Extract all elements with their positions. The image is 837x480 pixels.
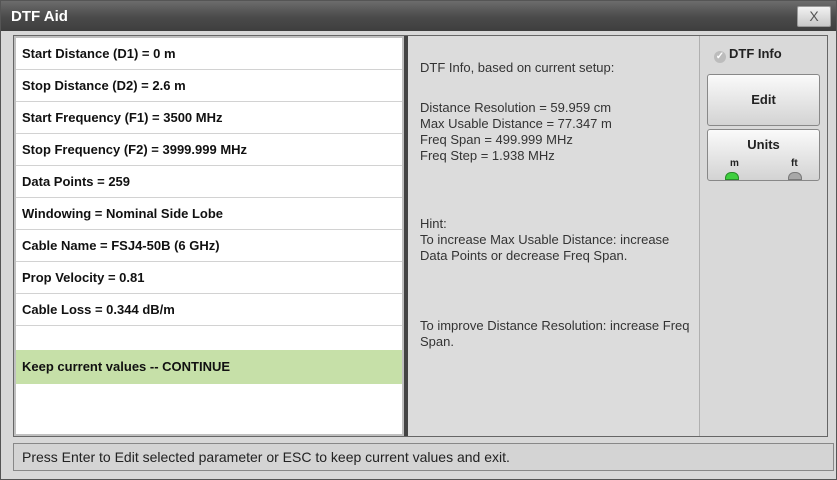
- close-button[interactable]: X: [797, 6, 831, 27]
- param-stop-distance[interactable]: Stop Distance (D2) = 2.6 m: [16, 70, 402, 102]
- led-m-indicator-icon: [725, 172, 739, 180]
- param-data-points[interactable]: Data Points = 259: [16, 166, 402, 198]
- window-title: DTF Aid: [11, 8, 68, 25]
- units-option-ft: ft: [791, 158, 798, 169]
- check-icon: ✓: [714, 51, 726, 63]
- param-stop-frequency[interactable]: Stop Frequency (F2) = 3999.999 MHz: [16, 134, 402, 166]
- units-label: Units: [747, 137, 780, 152]
- dtf-info-checkbox[interactable]: ✓ DTF Info: [714, 46, 782, 63]
- led-ft-indicator-icon: [788, 172, 802, 180]
- dtf-info-label: DTF Info: [729, 46, 782, 61]
- side-controls: ✓ DTF Info Edit Units m ft: [700, 36, 827, 436]
- info-freq-span: Freq Span = 499.999 MHz: [420, 132, 573, 147]
- continue-option[interactable]: Keep current values -- CONTINUE: [16, 350, 402, 384]
- dtf-info-panel: DTF Info, based on current setup: Distan…: [408, 36, 700, 436]
- title-bar: DTF Aid X: [1, 1, 836, 31]
- info-distance-resolution: Distance Resolution = 59.959 cm: [420, 100, 612, 115]
- param-cable-name[interactable]: Cable Name = FSJ4-50B (6 GHz): [16, 230, 402, 262]
- param-windowing[interactable]: Windowing = Nominal Side Lobe: [16, 198, 402, 230]
- param-start-frequency[interactable]: Start Frequency (F1) = 3500 MHz: [16, 102, 402, 134]
- info-header: DTF Info, based on current setup:: [420, 60, 615, 75]
- hint-distance-resolution: To improve Distance Resolution: increase…: [420, 318, 690, 349]
- dtf-aid-window: DTF Aid X Start Distance (D1) = 0 m Stop…: [0, 0, 837, 480]
- param-prop-velocity[interactable]: Prop Velocity = 0.81: [16, 262, 402, 294]
- info-freq-step: Freq Step = 1.938 MHz: [420, 148, 555, 163]
- content-frame: Start Distance (D1) = 0 m Stop Distance …: [13, 35, 828, 437]
- parameter-list: Start Distance (D1) = 0 m Stop Distance …: [16, 38, 402, 434]
- hint-max-distance: To increase Max Usable Distance: increas…: [420, 232, 670, 263]
- status-bar: Press Enter to Edit selected parameter o…: [13, 443, 834, 471]
- info-max-usable-distance: Max Usable Distance = 77.347 m: [420, 116, 612, 131]
- units-option-m: m: [730, 158, 739, 169]
- units-toggle-button[interactable]: Units m ft: [707, 129, 820, 181]
- param-start-distance[interactable]: Start Distance (D1) = 0 m: [16, 38, 402, 70]
- hint-label: Hint:: [420, 216, 447, 231]
- edit-button[interactable]: Edit: [707, 74, 820, 126]
- param-cable-loss[interactable]: Cable Loss = 0.344 dB/m: [16, 294, 402, 326]
